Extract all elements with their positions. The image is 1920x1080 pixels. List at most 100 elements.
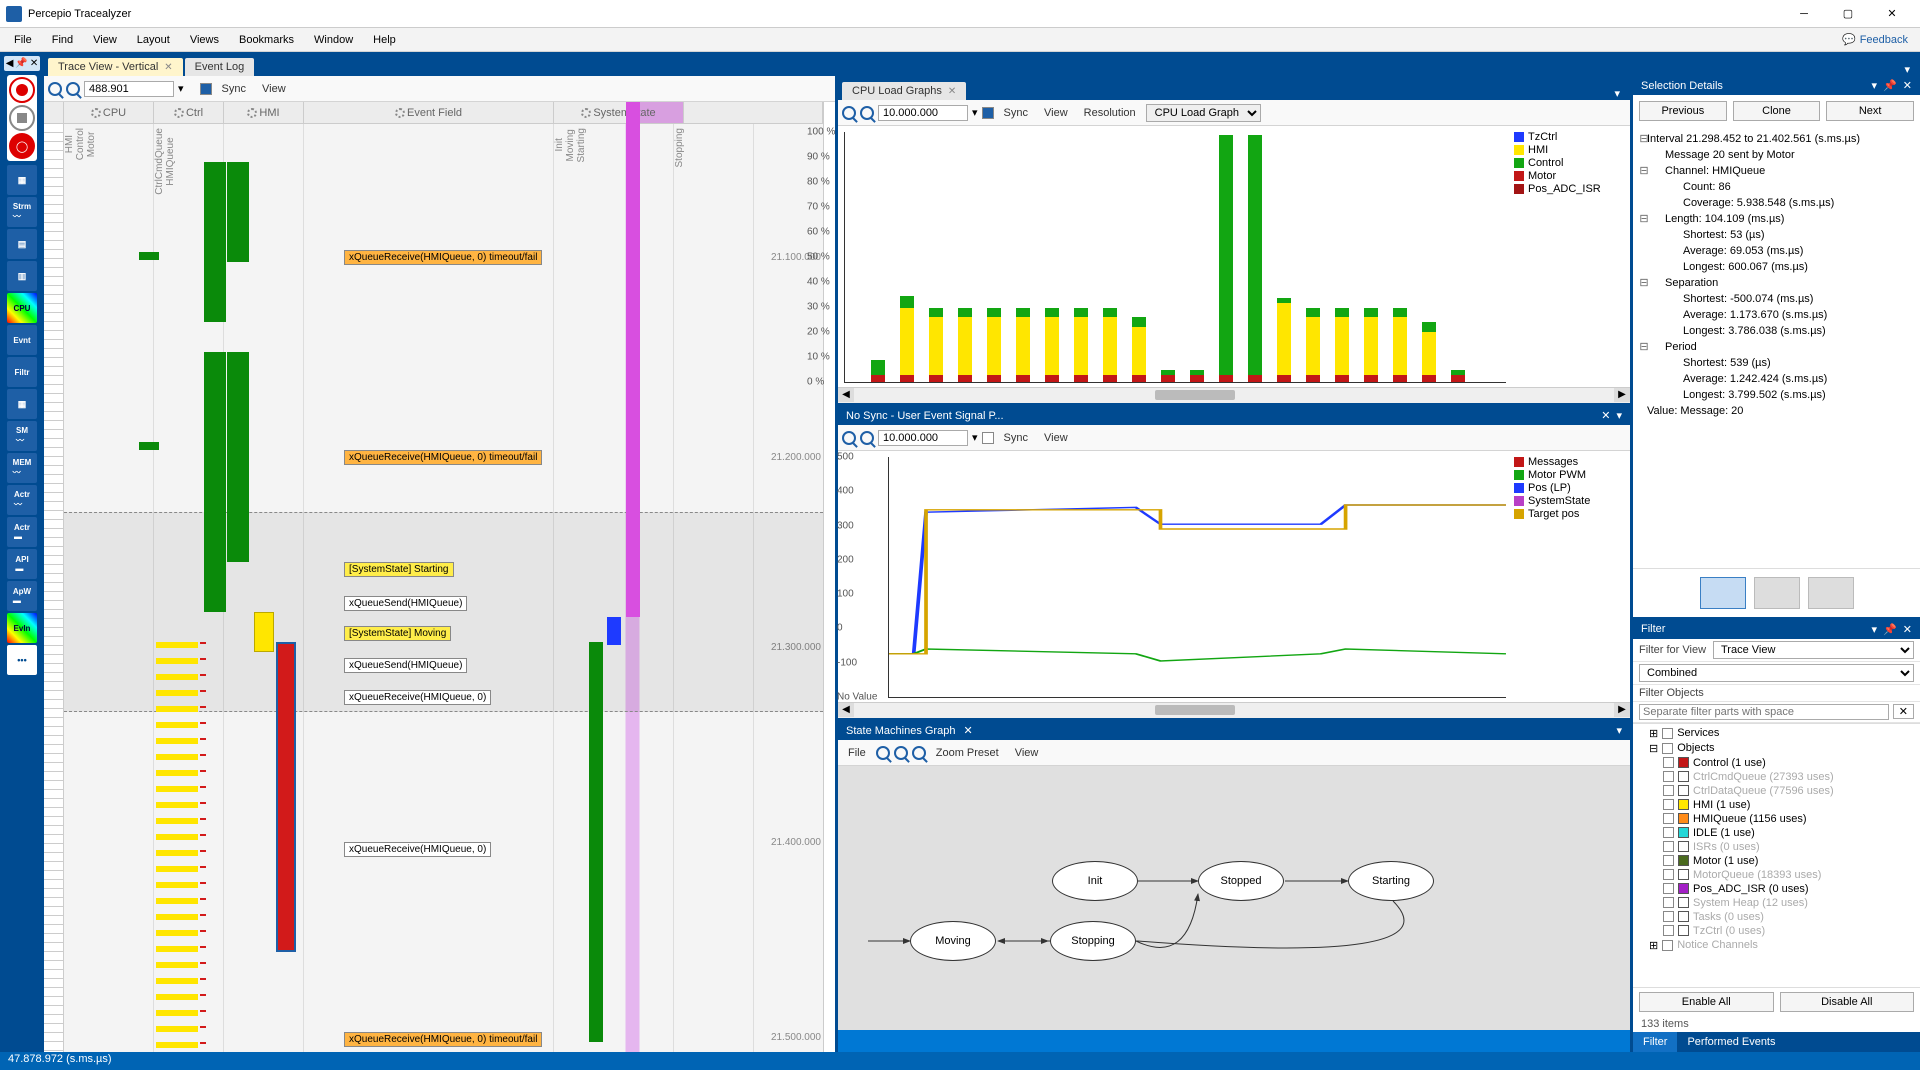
menu-bookmarks[interactable]: Bookmarks [229,31,304,49]
event-label[interactable]: [SystemState] Starting [344,562,454,577]
state-bar[interactable] [607,617,621,645]
file-menu[interactable]: File [842,745,872,761]
filter-item[interactable]: Tasks (0 uses) [1639,910,1914,924]
view-menu[interactable]: View [1038,105,1074,121]
tool-api[interactable]: API▬ [7,549,37,579]
tab-event-log[interactable]: Event Log [185,58,255,76]
tool-mem[interactable]: MEM〰 [7,453,37,483]
clone-button[interactable]: Clone [1733,101,1821,121]
tool-events[interactable]: Evnt [7,325,37,355]
view-icon-3[interactable] [1808,577,1854,609]
record-button[interactable] [9,77,35,103]
filter-item[interactable]: ISRs (0 uses) [1639,840,1914,854]
dropdown-icon[interactable]: ▾ [178,82,184,95]
zoom-in-icon[interactable] [842,431,856,445]
sync-checkbox[interactable] [982,432,994,444]
event-label[interactable]: xQueueReceive(HMIQueue, 0) timeout/fail [344,250,542,265]
filter-search-input[interactable] [1639,704,1889,720]
time-input[interactable] [84,81,174,97]
filter-combined-select[interactable]: Combined [1639,664,1914,682]
h-scrollbar[interactable]: ◀▶ [838,702,1630,718]
tab-overflow-icon[interactable]: ▾ [1616,409,1622,422]
view-menu[interactable]: View [1009,745,1045,761]
zoom-out-icon[interactable] [860,106,874,120]
signal-chart[interactable]: 40.000.000 45.000.000 No Value-100010020… [888,457,1506,698]
task-bar[interactable] [227,162,249,262]
filter-item[interactable]: Pos_ADC_ISR (0 uses) [1639,882,1914,896]
zoom-preset[interactable]: Zoom Preset [930,745,1005,761]
close-icon[interactable]: ✕ [963,724,972,737]
state-graph-canvas[interactable]: Init Stopped Starting Moving Stopping [838,766,1630,1030]
tab-overflow-icon[interactable]: ▾ [1898,63,1916,76]
event-label[interactable]: xQueueReceive(HMIQueue, 0) [344,690,491,705]
maximize-button[interactable]: ▢ [1826,0,1870,28]
enable-all-button[interactable]: Enable All [1639,992,1774,1012]
filter-view-select[interactable]: Trace View [1713,641,1914,659]
task-bar[interactable] [227,352,249,562]
zoom-in-icon[interactable] [48,82,62,96]
sync-label[interactable]: Sync [216,81,252,97]
filter-item[interactable]: Control (1 use) [1639,756,1914,770]
tool-apwar[interactable]: ApW▬ [7,581,37,611]
close-icon[interactable]: ✕ [948,86,956,97]
sync-checkbox[interactable] [200,83,212,95]
clear-icon[interactable]: ✕ [1893,704,1914,719]
tool-view1[interactable]: ▦ [7,165,37,195]
menu-layout[interactable]: Layout [127,31,180,49]
state-bar[interactable] [626,102,640,617]
pin-icon[interactable]: 📌 [1883,79,1897,92]
ruler[interactable] [44,124,64,1052]
minimize-button[interactable]: ─ [1782,0,1826,28]
event-label[interactable]: xQueueSend(HMIQueue) [344,658,467,673]
zoom-in-icon[interactable] [842,106,856,120]
menu-find[interactable]: Find [42,31,83,49]
event-label[interactable]: [SystemState] Moving [344,626,451,641]
event-ticks[interactable] [156,642,198,1052]
tool-actor1[interactable]: Actr〰 [7,485,37,515]
tool-actor2[interactable]: Actr▬ [7,517,37,547]
state-bar[interactable] [589,642,603,1042]
event-label[interactable]: xQueueReceive(HMIQueue, 0) timeout/fail [344,1032,542,1047]
filter-item[interactable]: CtrlCmdQueue (27393 uses) [1639,770,1914,784]
snapshot-button[interactable]: ◯ [9,133,35,159]
task-bar-selected[interactable] [276,642,296,952]
view-icon-2[interactable] [1754,577,1800,609]
time-input[interactable] [878,430,968,446]
menu-views[interactable]: Views [180,31,229,49]
filter-item[interactable]: HMI (1 use) [1639,798,1914,812]
menu-file[interactable]: File [4,31,42,49]
close-icon[interactable]: ✕ [164,62,172,73]
graph-select[interactable]: CPU Load Graph [1146,104,1261,122]
pin-buttons[interactable]: ◀📌✕ [4,56,41,71]
tab-overflow-icon[interactable]: ▾ [1616,724,1622,737]
tool-view4[interactable]: ▥ [7,261,37,291]
task-bar[interactable] [204,162,226,322]
view-icon-1[interactable] [1700,577,1746,609]
task-bar[interactable] [254,612,274,652]
tool-cpu[interactable]: CPU [7,293,37,323]
zoom-out-icon[interactable] [894,746,908,760]
gear-icon[interactable] [174,108,184,118]
filter-item[interactable]: MotorQueue (18393 uses) [1639,868,1914,882]
event-label[interactable]: xQueueReceive(HMIQueue, 0) timeout/fail [344,450,542,465]
menu-help[interactable]: Help [363,31,406,49]
tab-trace-view[interactable]: Trace View - Vertical✕ [48,58,183,76]
filter-tab-filter[interactable]: Filter [1633,1032,1677,1052]
dropdown-icon[interactable]: ▾ [1872,623,1878,636]
tool-view8[interactable]: ▦ [7,389,37,419]
filter-item[interactable]: TzCtrl (0 uses) [1639,924,1914,938]
filter-object-list[interactable]: ⊞Services ⊟Objects Control (1 use)CtrlCm… [1633,723,1920,989]
filter-tab-performed[interactable]: Performed Events [1677,1032,1785,1052]
zoom-in-icon[interactable] [876,746,890,760]
task-bar[interactable] [139,442,159,450]
state-node-starting[interactable]: Starting [1348,861,1434,901]
zoom-out-icon[interactable] [66,82,80,96]
filter-item[interactable]: CtrlDataQueue (77596 uses) [1639,784,1914,798]
tool-evint[interactable]: EvIn [7,613,37,643]
tool-stream[interactable]: Strm〰 [7,197,37,227]
zoom-preset-icon[interactable] [912,746,926,760]
filter-item[interactable]: System Heap (12 uses) [1639,896,1914,910]
resolution-menu[interactable]: Resolution [1078,105,1142,121]
sync-checkbox[interactable] [982,107,994,119]
next-button[interactable]: Next [1826,101,1914,121]
